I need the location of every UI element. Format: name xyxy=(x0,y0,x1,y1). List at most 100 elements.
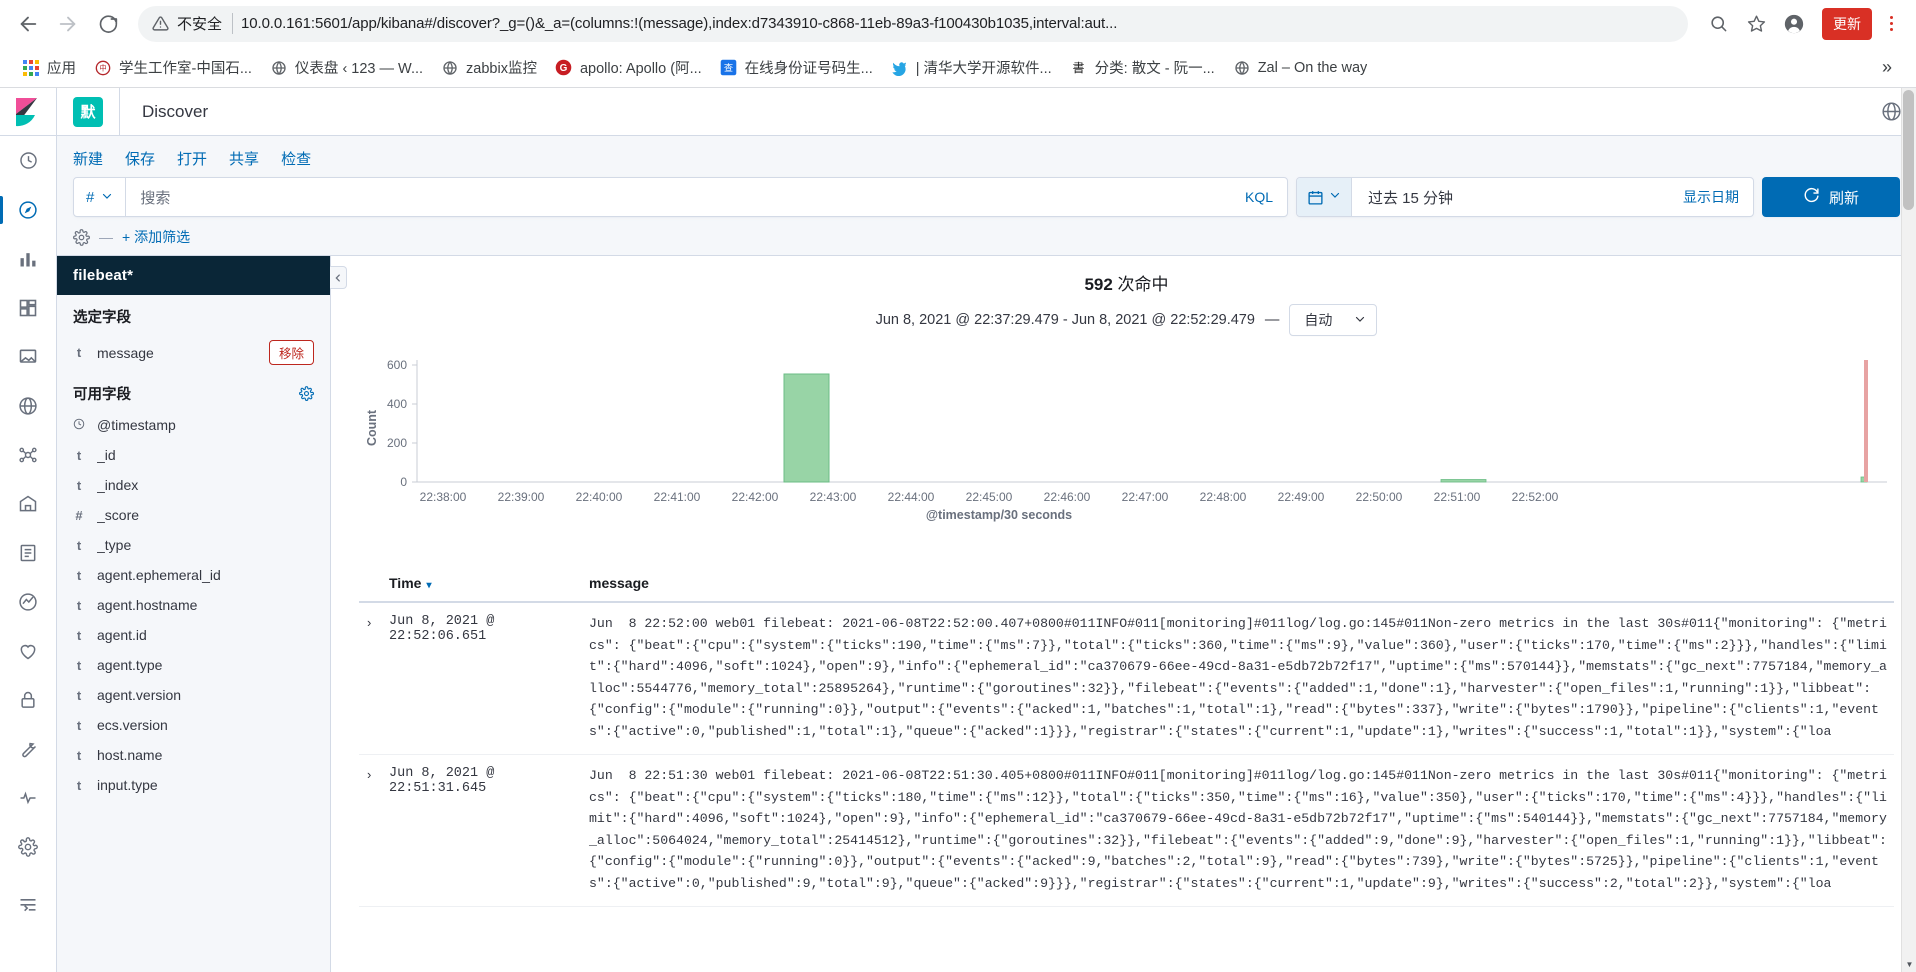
address-bar[interactable]: 不安全 10.0.0.161:5601/app/kibana#/discover… xyxy=(138,5,1688,42)
field-row-timestamp[interactable]: @timestamp xyxy=(57,410,330,440)
sidebar-item-uptime[interactable] xyxy=(0,626,57,675)
collapse-sidebar-button[interactable] xyxy=(330,266,347,289)
globe-icon xyxy=(270,59,288,77)
bookmarks-overflow-button[interactable]: » xyxy=(1872,57,1902,78)
hash-icon: # xyxy=(86,188,95,206)
table-row[interactable]: › Jun 8, 2021 @ 22:52:06.651 Jun 8 22:52… xyxy=(359,603,1894,755)
kibana-toolbar: 新建 保存 打开 共享 检查 # 搜索 KQL 过去 15 分钟 显示日期 刷新… xyxy=(57,136,1916,256)
field-row-type[interactable]: t _type xyxy=(57,530,330,560)
y-tick-600: 600 xyxy=(387,358,407,372)
bookmark-item[interactable]: | 清华大学开源软件... xyxy=(883,53,1060,82)
field-type-filter-button[interactable]: # xyxy=(74,178,127,216)
gear-icon[interactable] xyxy=(73,228,90,246)
sidebar-item-recently-viewed[interactable] xyxy=(0,136,57,185)
field-row-index[interactable]: t _index xyxy=(57,470,330,500)
help-globe-icon[interactable] xyxy=(1881,101,1902,122)
profile-avatar-icon[interactable] xyxy=(1776,6,1812,42)
add-filter-button[interactable]: + 添加筛选 xyxy=(122,227,190,247)
topnav-new[interactable]: 新建 xyxy=(73,148,103,169)
field-row-agent-version[interactable]: t agent.version xyxy=(57,680,330,710)
zoom-search-icon[interactable] xyxy=(1700,6,1736,42)
bookmark-item[interactable]: G apollo: Apollo (阿... xyxy=(547,53,710,82)
time-range-label[interactable]: 过去 15 分钟 xyxy=(1352,187,1669,208)
forward-arrow-icon[interactable] xyxy=(50,6,86,42)
browser-menu-icon[interactable] xyxy=(1876,6,1906,42)
sort-caret-icon[interactable]: ▾ xyxy=(426,580,431,591)
scrollbar-thumb[interactable] xyxy=(1903,90,1914,210)
expand-row-icon[interactable]: › xyxy=(359,613,389,630)
time-range-text[interactable]: Jun 8, 2021 @ 22:37:29.479 - Jun 8, 2021… xyxy=(876,312,1255,328)
collapse-nav-icon[interactable] xyxy=(0,879,57,928)
bookmark-item[interactable]: 仪表盘 ‹ 123 — W... xyxy=(262,53,431,82)
bookmark-label: 在线身份证号码生... xyxy=(744,61,873,77)
topnav-save[interactable]: 保存 xyxy=(125,148,155,169)
x-tick-7: 22:45:00 xyxy=(966,490,1013,504)
sidebar-item-discover[interactable] xyxy=(0,185,57,234)
bookmark-label: | 清华大学开源软件... xyxy=(915,61,1052,77)
expand-row-icon[interactable]: › xyxy=(359,765,389,782)
remove-field-button[interactable]: 移除 xyxy=(268,340,314,365)
url-text[interactable]: 10.0.0.161:5601/app/kibana#/discover?_g=… xyxy=(241,15,1674,32)
x-tick-2: 22:40:00 xyxy=(576,490,623,504)
star-icon[interactable] xyxy=(1738,6,1774,42)
query-language-button[interactable]: KQL xyxy=(1231,189,1287,205)
field-name: _type xyxy=(97,537,132,553)
bookmark-item[interactable]: 書 分类: 散文 - 阮一... xyxy=(1062,53,1223,82)
topnav-inspect[interactable]: 检查 xyxy=(281,148,311,169)
index-pattern-selector[interactable]: filebeat* xyxy=(57,256,330,295)
time-column-header[interactable]: Time ▾ xyxy=(389,575,589,591)
kibana-header: 默 Discover xyxy=(57,87,1916,136)
field-row-agent-ephemeral-id[interactable]: t agent.ephemeral_id xyxy=(57,560,330,590)
bookmark-apps[interactable]: 应用 xyxy=(14,53,84,82)
sidebar-item-logs[interactable] xyxy=(0,528,57,577)
histogram-chart[interactable]: 600 400 200 0 Count 22:38:00 22:39:00 22… xyxy=(359,346,1894,561)
field-type-string-icon: t xyxy=(76,447,82,463)
field-row-score[interactable]: # _score xyxy=(57,500,330,530)
field-row-ecs-version[interactable]: t ecs.version xyxy=(57,710,330,740)
reload-icon[interactable] xyxy=(90,6,126,42)
sidebar-item-infrastructure[interactable] xyxy=(0,479,57,528)
kibana-logo-icon[interactable] xyxy=(0,88,57,136)
page-scrollbar[interactable]: ▲ ▼ xyxy=(1901,88,1916,972)
field-row-agent-id[interactable]: t agent.id xyxy=(57,620,330,650)
field-row-host-name[interactable]: t host.name xyxy=(57,740,330,770)
sidebar-item-machine-learning[interactable] xyxy=(0,430,57,479)
sidebar-item-management[interactable] xyxy=(0,822,57,871)
field-type-string-icon: t xyxy=(76,345,82,360)
update-button[interactable]: 更新 xyxy=(1822,7,1872,40)
bookmark-item[interactable]: Zal – On the way xyxy=(1225,55,1376,81)
sidebar-item-apm[interactable] xyxy=(0,577,57,626)
search-input[interactable]: 搜索 xyxy=(126,187,1231,208)
field-row-id[interactable]: t _id xyxy=(57,440,330,470)
field-row-message[interactable]: t message 移除 xyxy=(57,333,330,372)
bookmark-item[interactable]: zabbix监控 xyxy=(433,53,545,82)
sidebar-item-canvas[interactable] xyxy=(0,332,57,381)
hits-count: 592 xyxy=(1084,275,1113,294)
field-row-agent-type[interactable]: t agent.type xyxy=(57,650,330,680)
field-row-input-type[interactable]: t input.type xyxy=(57,770,330,800)
sidebar-item-visualize[interactable] xyxy=(0,234,57,283)
interval-select[interactable]: 自动 xyxy=(1289,304,1378,336)
sidebar-item-siem[interactable] xyxy=(0,675,57,724)
bookmark-item[interactable]: 查 在线身份证号码生... xyxy=(712,53,881,82)
documents-table: Time ▾ message › Jun 8, 2021 @ 22:52:06.6… xyxy=(359,567,1894,907)
sidebar-item-dashboard[interactable] xyxy=(0,283,57,332)
sidebar-item-maps[interactable] xyxy=(0,381,57,430)
field-settings-gear-icon[interactable] xyxy=(299,386,314,401)
bookmark-item[interactable]: 中 学生工作室-中国石... xyxy=(86,53,260,82)
back-arrow-icon[interactable] xyxy=(10,6,46,42)
calendar-icon[interactable] xyxy=(1297,178,1352,216)
sidebar-item-dev-tools[interactable] xyxy=(0,724,57,773)
refresh-button[interactable]: 刷新 xyxy=(1762,177,1900,217)
scroll-down-arrow-icon[interactable]: ▼ xyxy=(1902,957,1916,972)
show-dates-button[interactable]: 显示日期 xyxy=(1669,187,1753,207)
topnav-open[interactable]: 打开 xyxy=(177,148,207,169)
x-tick-6: 22:44:00 xyxy=(888,490,935,504)
topnav-share[interactable]: 共享 xyxy=(229,148,259,169)
field-row-agent-hostname[interactable]: t agent.hostname xyxy=(57,590,330,620)
space-badge[interactable]: 默 xyxy=(73,96,103,127)
table-row[interactable]: › Jun 8, 2021 @ 22:51:31.645 Jun 8 22:51… xyxy=(359,755,1894,907)
message-column-header[interactable]: message xyxy=(589,575,1894,591)
page-title: Discover xyxy=(142,101,209,121)
sidebar-item-monitoring[interactable] xyxy=(0,773,57,822)
